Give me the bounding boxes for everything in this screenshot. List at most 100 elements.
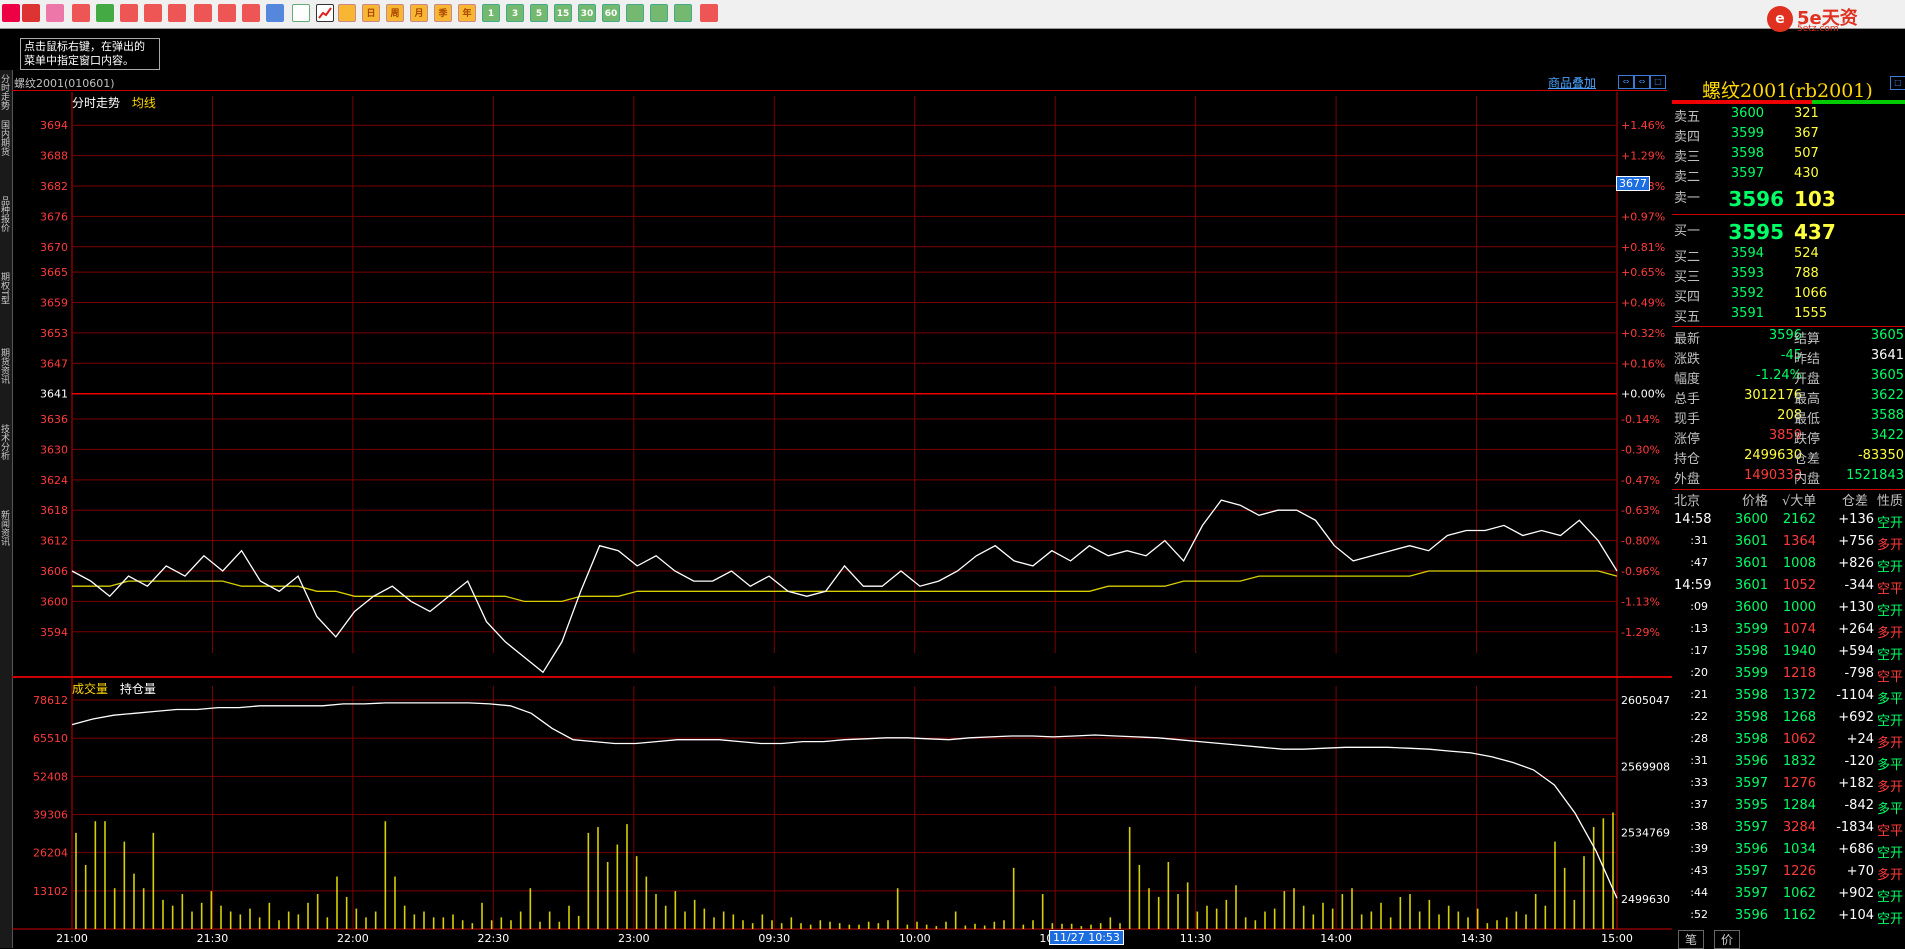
trade-price: 3599 [1734, 622, 1768, 637]
bid-row[interactable]: 买二 3594 524 [1672, 246, 1905, 266]
trade-row[interactable]: :39 3596 1034 +686 空开 [1672, 842, 1905, 862]
bid-row[interactable]: 买三 3593 788 [1672, 266, 1905, 286]
trade-row[interactable]: :09 3600 1000 +130 空开 [1672, 600, 1905, 620]
bid-volume: 788 [1794, 266, 1819, 281]
stat-row[interactable]: 总手 3012176 最高 3622 [1672, 388, 1905, 408]
trades-header[interactable]: 北京 价格 √大单 仓差 性质 [1672, 490, 1905, 510]
trade-price: 3601 [1734, 578, 1768, 593]
trade-time: :33 [1690, 776, 1708, 789]
quote-title: 螺纹2001(rb2001) [1702, 80, 1873, 102]
stat-row[interactable]: 涨跌 -45 昨结 3641 [1672, 348, 1905, 368]
trade-price: 3596 [1734, 842, 1768, 857]
trade-volume: 1034 [1782, 842, 1816, 857]
trade-oi: +902 [1838, 886, 1874, 901]
trade-volume: 1062 [1782, 732, 1816, 747]
trade-row[interactable]: :43 3597 1226 +70 多开 [1672, 864, 1905, 884]
stat-label: 仓差 [1794, 452, 1821, 467]
oi-tick: 2569908 [1621, 760, 1670, 773]
timeline-chart[interactable]: 3694+1.46%3688+1.29%3682+1.13%3676+0.97%… [0, 0, 1672, 948]
bid-price: 3594 [1730, 246, 1764, 261]
stat-row[interactable]: 幅度 -1.24% 开盘 3605 [1672, 368, 1905, 388]
avg-price-line [72, 570, 1618, 603]
bid-row[interactable]: 买一 3595 437 [1672, 220, 1905, 244]
bid-volume: 524 [1794, 246, 1819, 261]
trade-price: 3597 [1734, 776, 1768, 791]
stat-row[interactable]: 最新 3596 结算 3605 [1672, 328, 1905, 348]
trade-volume: 1832 [1782, 754, 1816, 769]
stat-value: 3605 [1870, 368, 1904, 383]
stat-row[interactable]: 持仓 2499630 仓差 -83350 [1672, 448, 1905, 468]
tab-price[interactable]: 价 [1714, 930, 1741, 949]
trade-row[interactable]: :20 3599 1218 -798 空平 [1672, 666, 1905, 686]
quote-panel-window-icon[interactable]: □ [1890, 76, 1905, 90]
stat-label: 幅度 [1674, 372, 1701, 387]
trade-oi: -120 [1844, 754, 1874, 769]
trade-volume: 1000 [1782, 600, 1816, 615]
ask-row[interactable]: 卖二 3597 430 [1672, 166, 1905, 186]
ask-volume: 507 [1794, 146, 1819, 161]
price-tick: 3694 [40, 119, 68, 132]
tab-trades[interactable]: 笔 [1678, 930, 1705, 949]
trade-price: 3597 [1734, 820, 1768, 835]
trade-volume: 1372 [1782, 688, 1816, 703]
price-tick: 3653 [40, 327, 68, 340]
ask-label: 卖三 [1674, 150, 1701, 165]
stat-row[interactable]: 现手 208 最低 3588 [1672, 408, 1905, 428]
trade-price: 3601 [1734, 556, 1768, 571]
trade-row[interactable]: :28 3598 1062 +24 多开 [1672, 732, 1905, 752]
trade-row[interactable]: :31 3596 1832 -120 多平 [1672, 754, 1905, 774]
trade-row[interactable]: :22 3598 1268 +692 空开 [1672, 710, 1905, 730]
ask-row[interactable]: 卖三 3598 507 [1672, 146, 1905, 166]
time-tick: 10:00 [899, 932, 931, 945]
bid-row[interactable]: 买四 3592 1066 [1672, 286, 1905, 306]
trade-oi: +70 [1846, 864, 1874, 879]
stat-label: 最新 [1674, 332, 1701, 347]
stat-label: 持仓 [1674, 452, 1701, 467]
trade-nature: 空平 [1877, 824, 1904, 839]
trade-row[interactable]: :37 3595 1284 -842 多平 [1672, 798, 1905, 818]
trade-price: 3598 [1734, 644, 1768, 659]
pct-tick: -0.14% [1621, 413, 1660, 426]
trade-oi: +182 [1838, 776, 1874, 791]
stat-row[interactable]: 外盘 1490333 内盘 1521843 [1672, 468, 1905, 488]
trades-header-price: 价格 [1742, 494, 1769, 509]
trade-row[interactable]: :33 3597 1276 +182 多开 [1672, 776, 1905, 796]
trade-row[interactable]: :13 3599 1074 +264 多开 [1672, 622, 1905, 642]
stat-label: 跌停 [1794, 432, 1821, 447]
trade-row[interactable]: :31 3601 1364 +756 多开 [1672, 534, 1905, 554]
trade-nature: 多开 [1877, 868, 1904, 883]
trade-row[interactable]: :47 3601 1008 +826 空开 [1672, 556, 1905, 576]
trade-nature: 多平 [1877, 692, 1904, 707]
oi-tick: 2499630 [1621, 893, 1670, 906]
trade-row[interactable]: :44 3597 1062 +902 空开 [1672, 886, 1905, 906]
trade-volume: 1218 [1782, 666, 1816, 681]
trade-row[interactable]: :52 3596 1162 +104 空开 [1672, 908, 1905, 928]
stat-label: 总手 [1674, 392, 1701, 407]
volume-tick: 78612 [33, 694, 68, 707]
trade-row[interactable]: 14:58 3600 2162 +136 空开 [1672, 512, 1905, 532]
trade-oi: +756 [1838, 534, 1874, 549]
bid-label: 买一 [1674, 224, 1701, 239]
trade-row[interactable]: :38 3597 3284 -1834 空平 [1672, 820, 1905, 840]
trade-row[interactable]: :21 3598 1372 -1104 多平 [1672, 688, 1905, 708]
stat-value: 3605 [1870, 328, 1904, 343]
pct-tick: -0.80% [1621, 535, 1660, 548]
trade-row[interactable]: 14:59 3601 1052 -344 空平 [1672, 578, 1905, 598]
ask-row[interactable]: 卖四 3599 367 [1672, 126, 1905, 146]
trade-time: :37 [1690, 798, 1708, 811]
ask-row[interactable]: 卖一 3596 103 [1672, 187, 1905, 211]
stat-label: 最高 [1794, 392, 1821, 407]
trade-price: 3599 [1734, 666, 1768, 681]
trade-row[interactable]: :17 3598 1940 +594 空开 [1672, 644, 1905, 664]
volume-tick: 26204 [33, 847, 68, 860]
trade-oi: -842 [1844, 798, 1874, 813]
logo-mark: e [1767, 6, 1793, 32]
bid-row[interactable]: 买五 3591 1555 [1672, 306, 1905, 326]
ask-row[interactable]: 卖五 3600 321 [1672, 106, 1905, 126]
stat-row[interactable]: 涨停 3859 跌停 3422 [1672, 428, 1905, 448]
trade-volume: 1284 [1782, 798, 1816, 813]
trade-volume: 1276 [1782, 776, 1816, 791]
trade-time: :28 [1690, 732, 1708, 745]
price-tick: 3594 [40, 626, 68, 639]
trades-header-time: 北京 [1674, 494, 1701, 509]
